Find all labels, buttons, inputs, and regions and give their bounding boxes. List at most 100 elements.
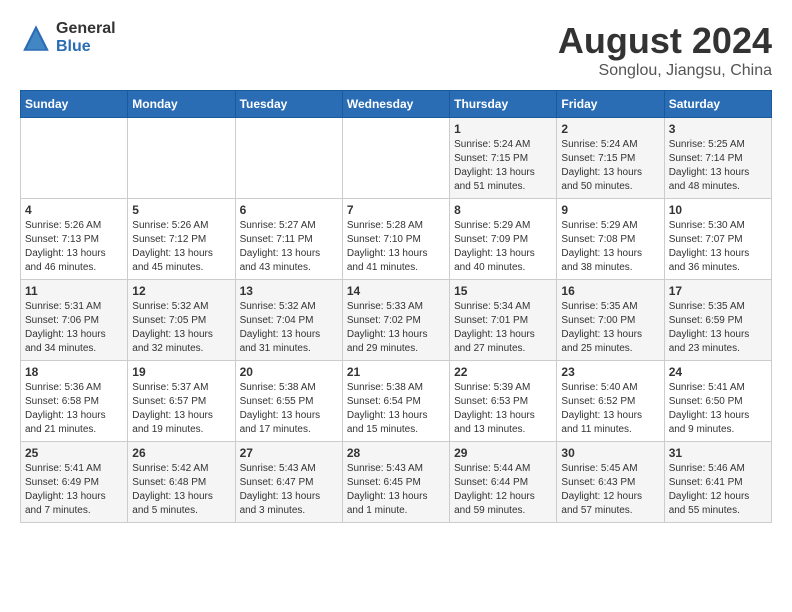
calendar-cell: 9 Sunrise: 5:29 AM Sunset: 7:08 PM Daylig… <box>557 199 664 280</box>
day-info: Sunrise: 5:43 AM Sunset: 6:45 PM Dayligh… <box>347 462 445 518</box>
day-info: Sunrise: 5:38 AM Sunset: 6:54 PM Dayligh… <box>347 381 445 437</box>
day-number: 14 <box>347 284 445 298</box>
header-row: SundayMondayTuesdayWednesdayThursdayFrid… <box>21 91 772 118</box>
title-section: August 2024 Songlou, Jiangsu, China <box>558 20 772 80</box>
logo-icon <box>20 22 52 54</box>
day-number: 1 <box>454 122 552 136</box>
calendar-cell: 8 Sunrise: 5:29 AM Sunset: 7:09 PM Daylig… <box>450 199 557 280</box>
day-info: Sunrise: 5:29 AM Sunset: 7:09 PM Dayligh… <box>454 219 552 275</box>
day-info: Sunrise: 5:25 AM Sunset: 7:14 PM Dayligh… <box>669 138 767 194</box>
day-number: 23 <box>561 365 659 379</box>
day-number: 7 <box>347 203 445 217</box>
calendar-cell: 31 Sunrise: 5:46 AM Sunset: 6:41 PM Dayli… <box>664 442 771 523</box>
day-number: 22 <box>454 365 552 379</box>
calendar-cell: 30 Sunrise: 5:45 AM Sunset: 6:43 PM Dayli… <box>557 442 664 523</box>
day-number: 16 <box>561 284 659 298</box>
calendar-cell: 23Sunrise: 5:40 AM Sunset: 6:52 PM Dayli… <box>557 361 664 442</box>
day-number: 20 <box>240 365 338 379</box>
day-info: Sunrise: 5:45 AM Sunset: 6:43 PM Dayligh… <box>561 462 659 518</box>
location-subtitle: Songlou, Jiangsu, China <box>558 62 772 80</box>
calendar-cell: 1 Sunrise: 5:24 AM Sunset: 7:15 PM Daylig… <box>450 118 557 199</box>
calendar-cell: 17 Sunrise: 5:35 AM Sunset: 6:59 PM Dayli… <box>664 280 771 361</box>
day-number: 10 <box>669 203 767 217</box>
day-number: 17 <box>669 284 767 298</box>
header-thursday: Thursday <box>450 91 557 118</box>
day-info: Sunrise: 5:35 AM Sunset: 7:00 PM Dayligh… <box>561 300 659 356</box>
day-number: 31 <box>669 446 767 460</box>
day-number: 27 <box>240 446 338 460</box>
day-info: Sunrise: 5:41 AM Sunset: 6:50 PM Dayligh… <box>669 381 767 437</box>
day-info: Sunrise: 5:30 AM Sunset: 7:07 PM Dayligh… <box>669 219 767 275</box>
day-info: Sunrise: 5:38 AM Sunset: 6:55 PM Dayligh… <box>240 381 338 437</box>
day-number: 2 <box>561 122 659 136</box>
calendar-cell: 10 Sunrise: 5:30 AM Sunset: 7:07 PM Dayli… <box>664 199 771 280</box>
calendar-cell <box>128 118 235 199</box>
day-number: 6 <box>240 203 338 217</box>
day-info: Sunrise: 5:26 AM Sunset: 7:13 PM Dayligh… <box>25 219 123 275</box>
day-number: 11 <box>25 284 123 298</box>
day-info: Sunrise: 5:32 AM Sunset: 7:05 PM Dayligh… <box>132 300 230 356</box>
header-saturday: Saturday <box>664 91 771 118</box>
day-number: 28 <box>347 446 445 460</box>
day-info: Sunrise: 5:24 AM Sunset: 7:15 PM Dayligh… <box>454 138 552 194</box>
calendar-cell <box>342 118 449 199</box>
day-number: 24 <box>669 365 767 379</box>
calendar-week-1: 1 Sunrise: 5:24 AM Sunset: 7:15 PM Daylig… <box>21 118 772 199</box>
day-info: Sunrise: 5:37 AM Sunset: 6:57 PM Dayligh… <box>132 381 230 437</box>
day-number: 9 <box>561 203 659 217</box>
header-friday: Friday <box>557 91 664 118</box>
calendar-cell: 18Sunrise: 5:36 AM Sunset: 6:58 PM Dayli… <box>21 361 128 442</box>
day-info: Sunrise: 5:24 AM Sunset: 7:15 PM Dayligh… <box>561 138 659 194</box>
day-number: 21 <box>347 365 445 379</box>
day-info: Sunrise: 5:33 AM Sunset: 7:02 PM Dayligh… <box>347 300 445 356</box>
calendar-week-3: 11Sunrise: 5:31 AM Sunset: 7:06 PM Dayli… <box>21 280 772 361</box>
day-number: 5 <box>132 203 230 217</box>
calendar-cell: 29Sunrise: 5:44 AM Sunset: 6:44 PM Dayli… <box>450 442 557 523</box>
day-info: Sunrise: 5:35 AM Sunset: 6:59 PM Dayligh… <box>669 300 767 356</box>
calendar-cell: 25Sunrise: 5:41 AM Sunset: 6:49 PM Dayli… <box>21 442 128 523</box>
day-number: 19 <box>132 365 230 379</box>
day-number: 12 <box>132 284 230 298</box>
day-number: 4 <box>25 203 123 217</box>
day-info: Sunrise: 5:42 AM Sunset: 6:48 PM Dayligh… <box>132 462 230 518</box>
calendar-cell: 20 Sunrise: 5:38 AM Sunset: 6:55 PM Dayli… <box>235 361 342 442</box>
day-number: 30 <box>561 446 659 460</box>
day-number: 18 <box>25 365 123 379</box>
logo-general: General <box>56 20 116 38</box>
day-info: Sunrise: 5:39 AM Sunset: 6:53 PM Dayligh… <box>454 381 552 437</box>
day-info: Sunrise: 5:29 AM Sunset: 7:08 PM Dayligh… <box>561 219 659 275</box>
calendar-body: 1 Sunrise: 5:24 AM Sunset: 7:15 PM Daylig… <box>21 118 772 523</box>
day-number: 8 <box>454 203 552 217</box>
calendar-cell: 27Sunrise: 5:43 AM Sunset: 6:47 PM Dayli… <box>235 442 342 523</box>
calendar-cell: 5Sunrise: 5:26 AM Sunset: 7:12 PM Daylig… <box>128 199 235 280</box>
day-info: Sunrise: 5:46 AM Sunset: 6:41 PM Dayligh… <box>669 462 767 518</box>
logo-text: General Blue <box>56 20 116 55</box>
calendar-cell: 7 Sunrise: 5:28 AM Sunset: 7:10 PM Daylig… <box>342 199 449 280</box>
day-info: Sunrise: 5:41 AM Sunset: 6:49 PM Dayligh… <box>25 462 123 518</box>
day-number: 13 <box>240 284 338 298</box>
day-number: 26 <box>132 446 230 460</box>
day-info: Sunrise: 5:27 AM Sunset: 7:11 PM Dayligh… <box>240 219 338 275</box>
calendar-cell: 13 Sunrise: 5:32 AM Sunset: 7:04 PM Dayli… <box>235 280 342 361</box>
calendar-cell: 2 Sunrise: 5:24 AM Sunset: 7:15 PM Daylig… <box>557 118 664 199</box>
calendar-cell: 11Sunrise: 5:31 AM Sunset: 7:06 PM Dayli… <box>21 280 128 361</box>
calendar-header: SundayMondayTuesdayWednesdayThursdayFrid… <box>21 91 772 118</box>
day-info: Sunrise: 5:28 AM Sunset: 7:10 PM Dayligh… <box>347 219 445 275</box>
header-tuesday: Tuesday <box>235 91 342 118</box>
calendar-cell: 28 Sunrise: 5:43 AM Sunset: 6:45 PM Dayli… <box>342 442 449 523</box>
logo-blue: Blue <box>56 38 116 56</box>
day-number: 3 <box>669 122 767 136</box>
logo: General Blue <box>20 20 116 55</box>
header-sunday: Sunday <box>21 91 128 118</box>
day-info: Sunrise: 5:44 AM Sunset: 6:44 PM Dayligh… <box>454 462 552 518</box>
page-header: General Blue August 2024 Songlou, Jiangs… <box>20 20 772 80</box>
day-info: Sunrise: 5:32 AM Sunset: 7:04 PM Dayligh… <box>240 300 338 356</box>
calendar-table: SundayMondayTuesdayWednesdayThursdayFrid… <box>20 90 772 523</box>
calendar-week-5: 25Sunrise: 5:41 AM Sunset: 6:49 PM Dayli… <box>21 442 772 523</box>
calendar-cell <box>21 118 128 199</box>
calendar-cell: 14 Sunrise: 5:33 AM Sunset: 7:02 PM Dayli… <box>342 280 449 361</box>
day-number: 15 <box>454 284 552 298</box>
calendar-cell: 19 Sunrise: 5:37 AM Sunset: 6:57 PM Dayli… <box>128 361 235 442</box>
header-monday: Monday <box>128 91 235 118</box>
month-year-title: August 2024 <box>558 20 772 62</box>
